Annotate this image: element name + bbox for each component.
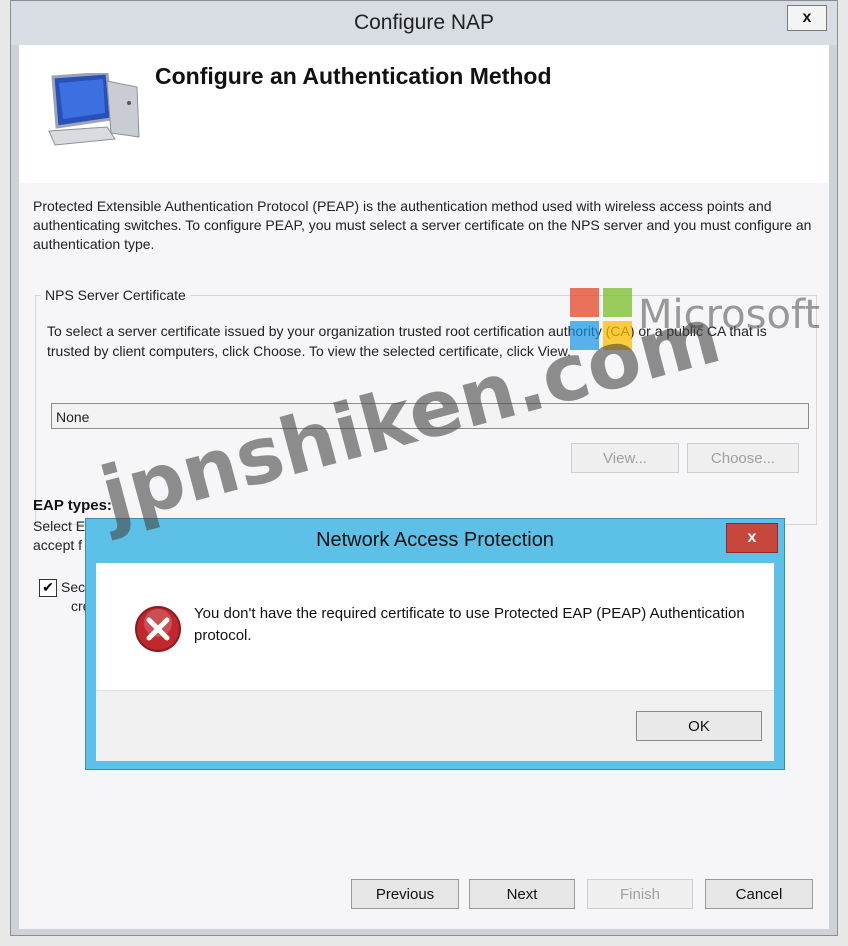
finish-button[interactable]: Finish	[587, 879, 693, 909]
dialog-message: You don't have the required certificate …	[194, 605, 745, 644]
microsoft-logo-watermark	[570, 288, 632, 350]
eap-types-title: EAP types:	[33, 497, 112, 514]
microsoft-watermark-text: Microsoft	[638, 292, 821, 338]
secure-password-checkbox[interactable]: ✔	[39, 579, 57, 597]
page-heading: Configure an Authentication Method	[155, 63, 552, 89]
window-title: Configure NAP	[353, 11, 495, 34]
computer-icon	[48, 73, 140, 146]
cancel-button[interactable]: Cancel	[705, 879, 813, 909]
certificate-field[interactable]: None	[51, 403, 809, 429]
method-description: Protected Extensible Authentication Prot…	[33, 198, 812, 252]
nap-error-dialog: Network Access Protection x You don't ha…	[85, 518, 785, 770]
next-button[interactable]: Next	[469, 879, 575, 909]
dialog-body: You don't have the required certificate …	[96, 563, 774, 761]
view-button[interactable]: View...	[571, 443, 679, 473]
wizard-content: Configure an Authentication Method Prote…	[19, 45, 829, 929]
server-certificate-legend: NPS Server Certificate	[41, 287, 190, 303]
dialog-title: Network Access Protection	[316, 529, 554, 551]
ok-button[interactable]: OK	[636, 711, 762, 741]
dialog-footer: OK	[96, 690, 774, 761]
previous-button[interactable]: Previous	[351, 879, 459, 909]
title-bar[interactable]: Configure NAP x	[11, 1, 837, 45]
wizard-header: Configure an Authentication Method	[19, 45, 829, 183]
configure-nap-window: Configure NAP x Configure an Authenticat…	[10, 0, 838, 936]
choose-button[interactable]: Choose...	[687, 443, 799, 473]
window-close-button[interactable]: x	[787, 5, 827, 31]
error-icon	[135, 606, 181, 652]
dialog-close-button[interactable]: x	[726, 523, 778, 553]
